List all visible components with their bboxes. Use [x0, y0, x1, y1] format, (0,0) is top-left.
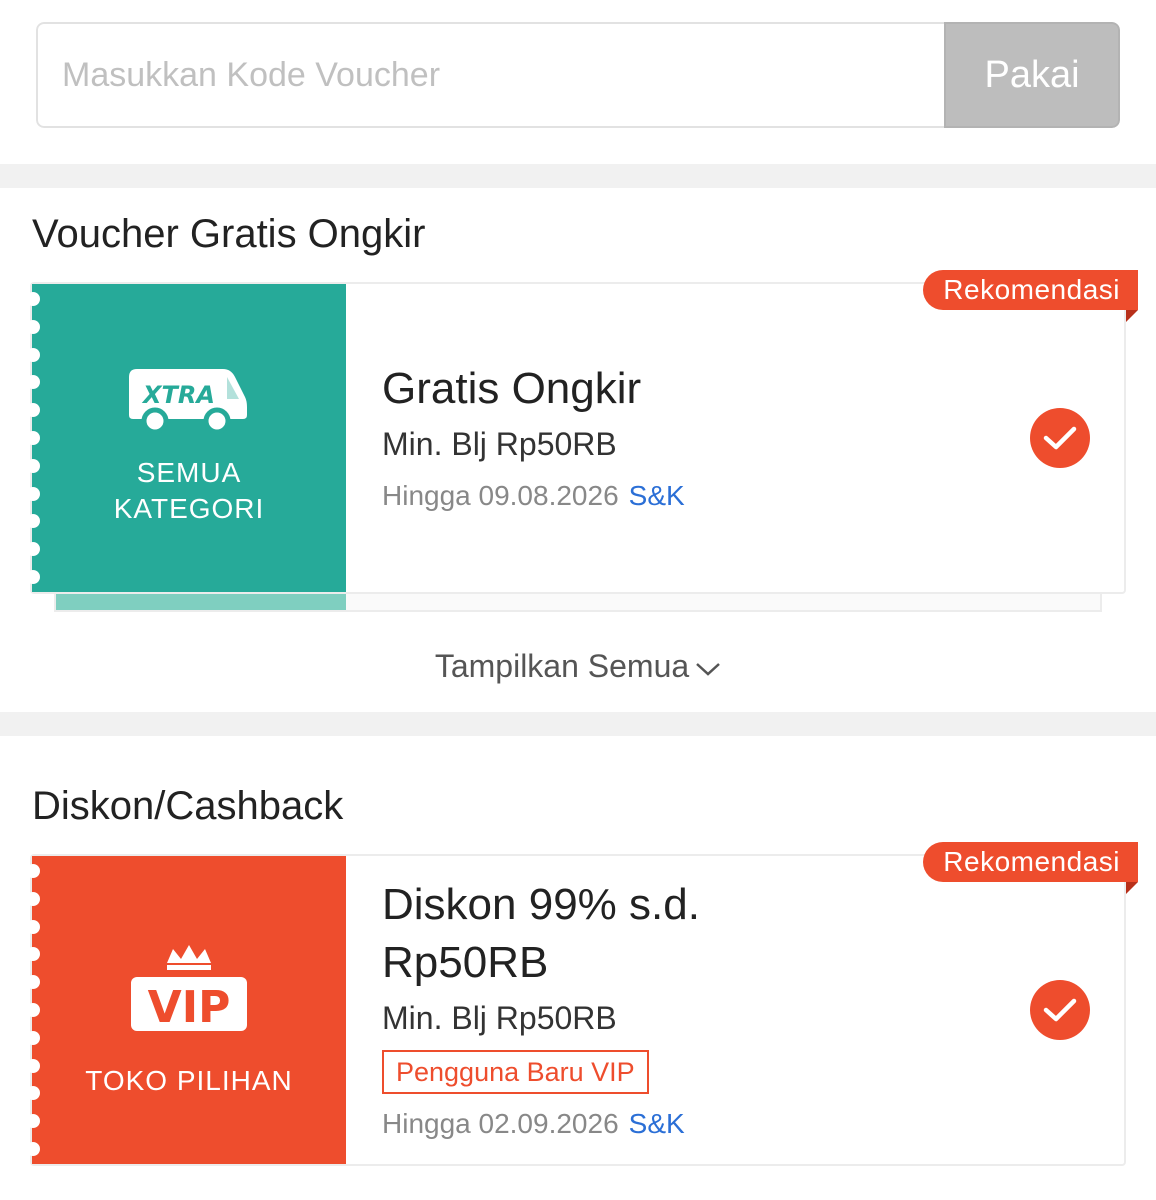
new-vip-user-badge: Pengguna Baru VIP [382, 1050, 649, 1094]
voucher-expiry: Hingga 09.08.2026 S&K [382, 480, 685, 511]
perforation [26, 292, 40, 584]
apply-voucher-button[interactable]: Pakai [944, 22, 1120, 128]
voucher-category-label: TOKO PILIHAN [85, 1065, 293, 1096]
perforation [26, 864, 40, 1156]
selected-check-icon[interactable] [1030, 980, 1090, 1040]
voucher-card-body: XTRA SEMUA KATEGORI Gratis Ongkir Min. B… [26, 282, 1126, 594]
voucher-min-spend: Min. Blj Rp50RB [382, 1000, 617, 1036]
voucher-min-spend: Min. Blj Rp50RB [382, 426, 617, 462]
voucher-card-body: VIP TOKO PILIHAN Diskon 99% s.d. Rp50RB … [26, 854, 1126, 1166]
truck-icon: XTRA [129, 369, 247, 435]
stacked-voucher-stub [56, 594, 346, 610]
voucher-title: Gratis Ongkir [382, 364, 642, 413]
voucher-card-vip-discount[interactable]: VIP TOKO PILIHAN Diskon 99% s.d. Rp50RB … [26, 842, 1138, 1166]
section-title-discount: Diskon/Cashback [32, 784, 344, 828]
terms-link[interactable]: S&K [629, 480, 685, 511]
svg-text:XTRA: XTRA [141, 381, 215, 409]
voucher-info: Gratis Ongkir Min. Blj Rp50RB Hingga 09.… [346, 284, 1124, 592]
voucher-card-free-shipping[interactable]: XTRA SEMUA KATEGORI Gratis Ongkir Min. B… [26, 270, 1138, 612]
voucher-category-label: SEMUA KATEGORI [113, 457, 265, 524]
section-divider [0, 712, 1156, 736]
chevron-down-icon [696, 662, 721, 676]
voucher-expiry: Hingga 02.09.2026 S&K [382, 1108, 685, 1139]
voucher-stub: VIP TOKO PILIHAN [26, 856, 346, 1164]
vip-crown-icon: VIP [131, 945, 247, 1033]
terms-link[interactable]: S&K [629, 1108, 685, 1139]
voucher-code-input[interactable] [36, 22, 944, 128]
voucher-stub: XTRA SEMUA KATEGORI [26, 284, 346, 592]
ribbon-fold [1126, 882, 1138, 894]
show-all-button[interactable]: Tampilkan Semua [0, 648, 1156, 685]
recommendation-ribbon: Rekomendasi [923, 842, 1138, 882]
voucher-title: Diskon 99% s.d. Rp50RB [382, 880, 700, 987]
svg-text:VIP: VIP [148, 982, 231, 1033]
recommendation-ribbon: Rekomendasi [923, 270, 1138, 310]
voucher-info: Diskon 99% s.d. Rp50RB Min. Blj Rp50RB P… [346, 856, 1124, 1164]
stacked-voucher-shadow [54, 594, 1102, 612]
voucher-code-bar: Pakai [36, 22, 1120, 128]
ribbon-fold [1126, 310, 1138, 322]
section-title-shipping: Voucher Gratis Ongkir [32, 212, 426, 256]
section-divider [0, 164, 1156, 188]
selected-check-icon[interactable] [1030, 408, 1090, 468]
